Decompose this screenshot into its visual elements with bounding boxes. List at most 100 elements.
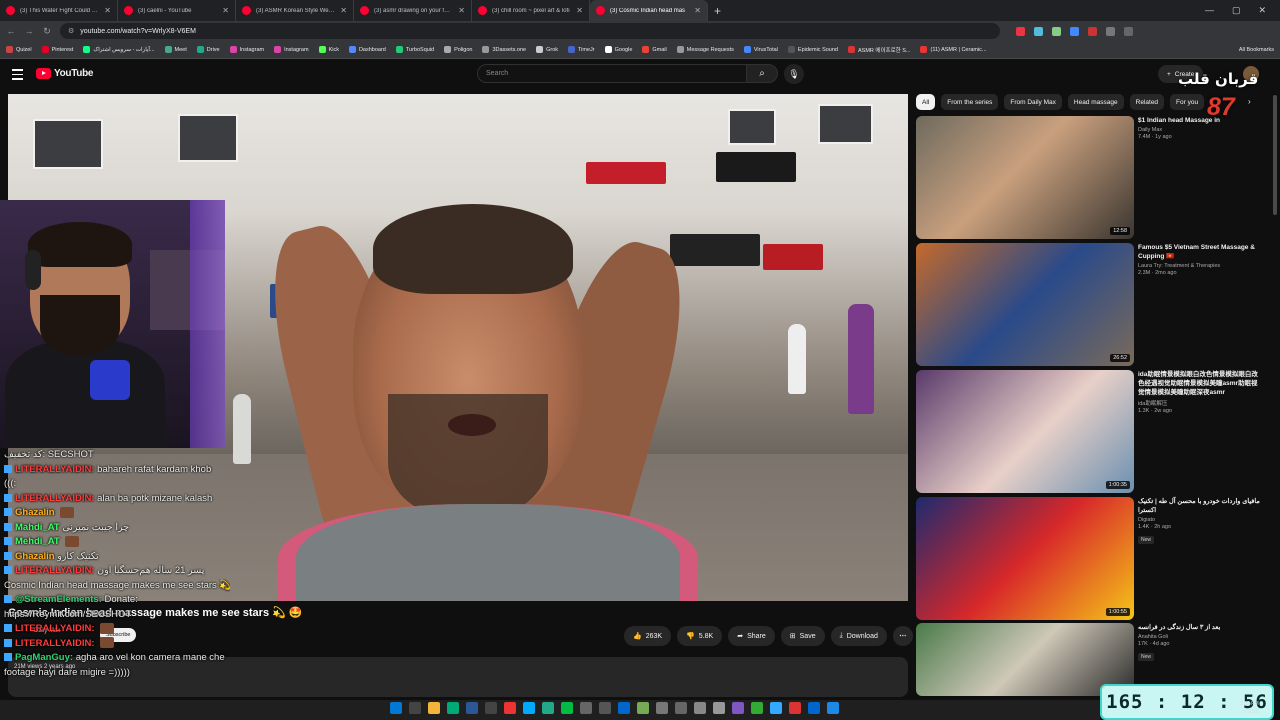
bookmark-item[interactable]: Quizel — [6, 46, 32, 53]
filter-chip[interactable]: All — [916, 94, 936, 110]
browser-tab[interactable]: (3) asmr drawing on your face ✕ — [354, 0, 472, 21]
video-title[interactable]: مافیای واردات خودرو با محسن آل طه | تکنی… — [1138, 497, 1264, 515]
bookmark-item[interactable]: Instagram — [274, 46, 309, 53]
search-input[interactable]: Search — [477, 64, 747, 83]
close-tab-icon[interactable]: ✕ — [340, 6, 347, 15]
voice-search-button[interactable]: 🎙 — [784, 64, 804, 84]
recommended-video[interactable]: 1:00:55 مافیای واردات خودرو با محسن آل طه… — [916, 497, 1266, 620]
close-tab-icon[interactable]: ✕ — [458, 6, 465, 15]
minimize-button[interactable]: — — [1205, 5, 1214, 16]
extension-icon[interactable] — [1034, 26, 1043, 36]
taskbar-app-icon[interactable] — [827, 702, 839, 714]
filter-chip[interactable]: From Daily Max — [1004, 94, 1062, 110]
channel-name[interactable]: Digiato — [1138, 517, 1264, 523]
browser-tab[interactable]: (3) This Water Fight Could Have ✕ — [0, 0, 118, 21]
video-title[interactable]: $1 Indian head Massage in — [1138, 116, 1264, 125]
taskbar-app-icon[interactable] — [808, 702, 820, 714]
taskbar-app-icon[interactable] — [599, 702, 611, 714]
filter-chip[interactable]: Head massage — [1067, 94, 1124, 110]
browser-tab[interactable]: (3) ASMR Korean Style Wedding ✕ — [236, 0, 354, 21]
bookmark-item[interactable]: Poligon — [444, 46, 472, 53]
channel-name[interactable]: Laura Try: Treatment & Therapies — [1138, 263, 1264, 269]
filter-chip[interactable]: From the series — [941, 94, 999, 110]
video-title[interactable]: ida助眠情景模拟眼白改色情景模拟眼白改色经遇视觉助眠情景模拟美瞳asmr助眠视… — [1138, 370, 1264, 397]
video-title[interactable]: Famous $5 Vietnam Street Massage & Cuppi… — [1138, 243, 1264, 261]
taskbar-app-icon[interactable] — [618, 702, 630, 714]
forward-icon[interactable]: → — [24, 26, 34, 36]
close-tab-icon[interactable]: ✕ — [694, 6, 701, 15]
dislike-button[interactable]: 👎 5.8K — [677, 626, 723, 646]
like-button[interactable]: 👍 263K — [624, 626, 672, 646]
bookmark-item[interactable]: TimeJr — [568, 46, 595, 53]
bookmark-item[interactable]: Gmail — [642, 46, 667, 53]
bookmark-item[interactable]: Dashboard — [348, 46, 386, 53]
video-thumbnail[interactable]: 1:00:35 — [916, 370, 1134, 493]
channel-name[interactable]: ida助眠解压 — [1138, 399, 1264, 407]
taskbar-app-icon[interactable] — [466, 702, 478, 714]
taskbar-app-icon[interactable] — [675, 702, 687, 714]
bookmark-item[interactable]: Drive — [196, 46, 220, 53]
taskbar-app-icon[interactable] — [390, 702, 402, 714]
close-window-button[interactable]: ✕ — [1258, 5, 1266, 16]
new-tab-button[interactable]: + — [708, 4, 727, 18]
youtube-logo[interactable]: YouTube — [36, 68, 94, 79]
bookmark-item[interactable]: 3Dassets.one — [482, 46, 526, 53]
recommended-video[interactable]: 12:58 $1 Indian head Massage in Daily Max 7… — [916, 116, 1266, 239]
share-button[interactable]: ➦ Share — [728, 626, 775, 646]
menu-icon[interactable] — [12, 69, 23, 83]
taskbar-app-icon[interactable] — [694, 702, 706, 714]
bookmark-item[interactable]: Message Requests — [676, 46, 734, 53]
bookmark-item[interactable]: Epidemic Sound — [787, 46, 838, 53]
taskbar-app-icon[interactable] — [789, 702, 801, 714]
filter-chip[interactable]: Related — [1129, 94, 1165, 110]
puzzle-icon[interactable] — [1106, 26, 1115, 36]
bookmark-item[interactable]: VirusTotal — [743, 46, 778, 53]
url-input[interactable]: ⚙ youtube.com/watch?v=WrlyX8-V6EM — [60, 23, 1000, 39]
bookmark-item[interactable]: Kick — [318, 46, 339, 53]
bookmark-item[interactable]: (11) ASMR | Ceramic... — [920, 46, 987, 53]
filter-chip[interactable]: For you — [1170, 94, 1205, 110]
profile-icon[interactable] — [1124, 26, 1133, 36]
browser-tab[interactable]: (3) chill room ~ pixel art & lofi ✕ — [472, 0, 590, 21]
extension-icon[interactable] — [1070, 26, 1079, 36]
bookmark-item[interactable]: Meet — [164, 46, 187, 53]
taskbar-app-icon[interactable] — [504, 702, 516, 714]
close-tab-icon[interactable]: ✕ — [222, 6, 229, 15]
all-bookmarks-button[interactable]: All Bookmarks — [1239, 47, 1274, 53]
taskbar-app-icon[interactable] — [447, 702, 459, 714]
browser-tab[interactable]: (3) Cosmic Indian head mas ✕ — [590, 0, 708, 21]
video-thumbnail[interactable]: 12:58 — [916, 116, 1134, 239]
scrollbar[interactable] — [1273, 95, 1277, 215]
bookmark-item[interactable]: آپارات - سرویس اشتراک... — [83, 46, 155, 53]
site-info-icon[interactable]: ⚙ — [68, 27, 74, 35]
channel-name[interactable]: Daily Max — [1138, 127, 1264, 133]
close-tab-icon[interactable]: ✕ — [576, 6, 583, 15]
save-button[interactable]: ⊞ Save — [780, 626, 825, 646]
reload-icon[interactable]: ↻ — [42, 26, 52, 37]
bookmark-item[interactable]: Pinterest — [41, 46, 73, 53]
download-button[interactable]: ⤓ Download — [830, 626, 887, 646]
taskbar-app-icon[interactable] — [542, 702, 554, 714]
video-thumbnail[interactable]: 1:00:55 — [916, 497, 1134, 620]
bookmark-item[interactable]: TurboSquid — [395, 46, 434, 53]
channel-name[interactable]: Anahita Goli — [1138, 634, 1264, 640]
extension-icon[interactable] — [1088, 26, 1097, 36]
video-title[interactable]: بعد از ۳ سال زندگی در فرانسه — [1138, 623, 1264, 632]
back-icon[interactable]: ← — [6, 26, 16, 36]
taskbar-app-icon[interactable] — [561, 702, 573, 714]
taskbar-app-icon[interactable] — [485, 702, 497, 714]
taskbar-app-icon[interactable] — [751, 702, 763, 714]
bookmark-item[interactable]: Grok — [536, 46, 558, 53]
taskbar-app-icon[interactable] — [732, 702, 744, 714]
taskbar-app-icon[interactable] — [770, 702, 782, 714]
taskbar-app-icon[interactable] — [580, 702, 592, 714]
recommended-video[interactable]: 1:00:35 ida助眠情景模拟眼白改色情景模拟眼白改色经遇视觉助眠情景模拟美瞳… — [916, 370, 1266, 493]
recommended-video[interactable]: 26:52 Famous $5 Vietnam Street Massage & … — [916, 243, 1266, 366]
taskbar-app-icon[interactable] — [637, 702, 649, 714]
taskbar-app-icon[interactable] — [713, 702, 725, 714]
taskbar-app-icon[interactable] — [656, 702, 668, 714]
more-actions-button[interactable]: ⋯ — [892, 626, 913, 646]
bookmark-item[interactable]: Google — [604, 46, 632, 53]
bookmark-item[interactable]: ASMR 에이프로한 S... — [847, 46, 910, 54]
extension-icon[interactable] — [1052, 26, 1061, 36]
